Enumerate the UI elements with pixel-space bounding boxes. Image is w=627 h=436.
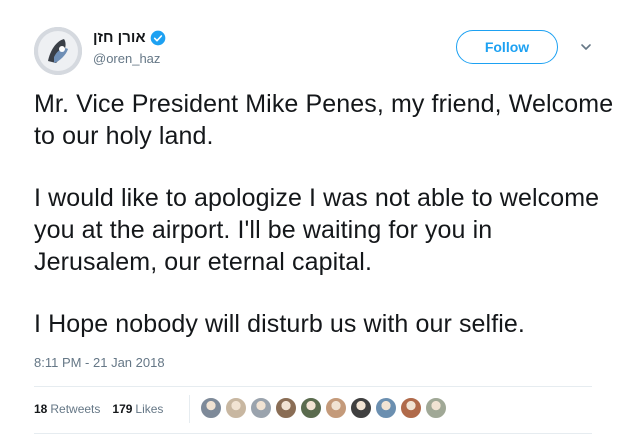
follow-button[interactable]: Follow <box>456 30 558 64</box>
author-name-row[interactable]: אורן חזן <box>93 29 166 46</box>
liker-avatar-6[interactable] <box>325 397 347 419</box>
verified-badge-icon <box>150 30 165 45</box>
divider <box>34 386 592 387</box>
tweet-paragraph-2: I would like to apologize I was not able… <box>34 184 600 276</box>
tweet-paragraph-1: Mr. Vice President Mike Penes, my friend… <box>34 90 614 150</box>
stats-separator <box>189 395 190 423</box>
liker-avatar-5[interactable] <box>300 397 322 419</box>
liker-avatars <box>200 397 450 419</box>
retweets-stat[interactable]: 18 Retweets <box>34 402 100 416</box>
liker-avatar-10[interactable] <box>425 397 447 419</box>
tweet-stats: 18 Retweets 179 Likes <box>34 402 175 416</box>
liker-avatar-3[interactable] <box>250 397 272 419</box>
retweets-label: Retweets <box>50 402 101 416</box>
liker-avatar-7[interactable] <box>350 397 372 419</box>
display-name[interactable]: אורן חזן <box>93 29 146 46</box>
chevron-down-icon[interactable] <box>580 41 592 53</box>
retweets-count: 18 <box>34 402 48 416</box>
user-avatar[interactable] <box>34 27 82 75</box>
tweet-timestamp[interactable]: 8:11 PM - 21 Jan 2018 <box>34 355 165 370</box>
liker-avatar-4[interactable] <box>275 397 297 419</box>
tweet-text: Mr. Vice President Mike Penes, my friend… <box>34 88 614 340</box>
user-handle[interactable]: @oren_haz <box>93 51 160 66</box>
avatar-image <box>34 27 82 75</box>
likes-stat[interactable]: 179 Likes <box>112 402 163 416</box>
liker-avatar-9[interactable] <box>400 397 422 419</box>
likes-count: 179 <box>112 402 133 416</box>
liker-avatar-8[interactable] <box>375 397 397 419</box>
liker-avatar-2[interactable] <box>225 397 247 419</box>
liker-avatar-1[interactable] <box>200 397 222 419</box>
likes-label: Likes <box>135 402 164 416</box>
tweet-paragraph-3: I Hope nobody will disturb us with our s… <box>34 310 525 338</box>
divider <box>34 433 592 434</box>
